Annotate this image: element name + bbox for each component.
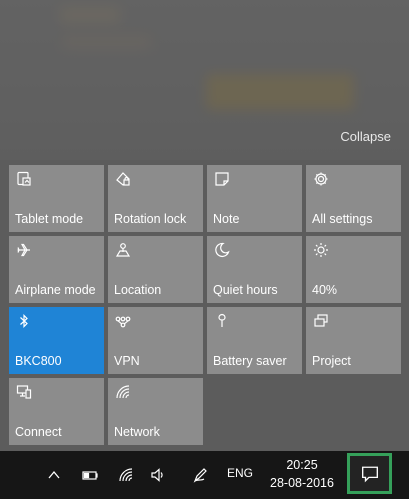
rotation-lock-icon [114, 170, 132, 188]
tile-label: Quiet hours [213, 283, 278, 297]
project-icon [312, 312, 330, 330]
tile-vpn[interactable]: VPN [108, 307, 203, 374]
collapse-link[interactable]: Collapse [340, 129, 391, 144]
action-center-icon [361, 465, 379, 483]
vpn-icon [114, 312, 132, 330]
moon-icon [213, 241, 231, 259]
tile-airplane-mode[interactable]: Airplane mode [9, 236, 104, 303]
note-icon [213, 170, 231, 188]
network-icon [114, 383, 132, 401]
tile-label: BKC800 [15, 354, 62, 368]
chevron-up-icon[interactable] [44, 465, 64, 485]
volume-icon[interactable] [148, 465, 168, 485]
tile-connect[interactable]: Connect [9, 378, 104, 445]
tile-brightness[interactable]: 40% [306, 236, 401, 303]
tile-label: Tablet mode [15, 212, 84, 226]
tablet-mode-icon [15, 170, 33, 188]
bluetooth-icon [15, 312, 33, 330]
tile-network[interactable]: Network [108, 378, 203, 445]
tile-tablet-mode[interactable]: Tablet mode [9, 165, 104, 232]
tile-quiet-hours[interactable]: Quiet hours [207, 236, 302, 303]
clock[interactable]: 20:25 28-08-2016 [262, 456, 342, 492]
tile-label: Location [114, 283, 162, 297]
clock-date: 28-08-2016 [270, 476, 334, 490]
tile-location[interactable]: Location [108, 236, 203, 303]
tile-all-settings[interactable]: All settings [306, 165, 401, 232]
brightness-icon [312, 241, 330, 259]
gear-icon [312, 170, 330, 188]
airplane-icon [15, 241, 33, 259]
tile-label: Network [114, 425, 160, 439]
tile-bluetooth[interactable]: BKC800 [9, 307, 104, 374]
tile-label: VPN [114, 354, 140, 368]
action-center-panel: Collapse Tablet mode Rotation lock Note [0, 0, 409, 451]
location-icon [114, 241, 132, 259]
quick-actions-grid: Tablet mode Rotation lock Note All setti… [9, 165, 401, 445]
tile-label: Rotation lock [114, 212, 187, 226]
tile-battery-saver[interactable]: Battery saver [207, 307, 302, 374]
connect-icon [15, 383, 33, 401]
battery-icon[interactable] [80, 465, 100, 485]
tile-note[interactable]: Note [207, 165, 302, 232]
input-language[interactable]: ENG [227, 466, 253, 480]
tile-label: Connect [15, 425, 62, 439]
pen-icon[interactable] [190, 465, 210, 485]
tile-label: Battery saver [213, 354, 287, 368]
tile-rotation-lock[interactable]: Rotation lock [108, 165, 203, 232]
tile-label: All settings [312, 212, 373, 226]
action-center-button[interactable] [347, 453, 392, 494]
taskbar: ENG 20:25 28-08-2016 [0, 451, 409, 499]
wifi-icon[interactable] [116, 465, 136, 485]
tile-project[interactable]: Project [306, 307, 401, 374]
tile-label: Project [312, 354, 351, 368]
tile-label: 40% [312, 283, 338, 297]
tile-label: Note [213, 212, 240, 226]
battery-saver-icon [213, 312, 231, 330]
tile-label: Airplane mode [15, 283, 96, 297]
clock-time: 20:25 [286, 458, 318, 472]
